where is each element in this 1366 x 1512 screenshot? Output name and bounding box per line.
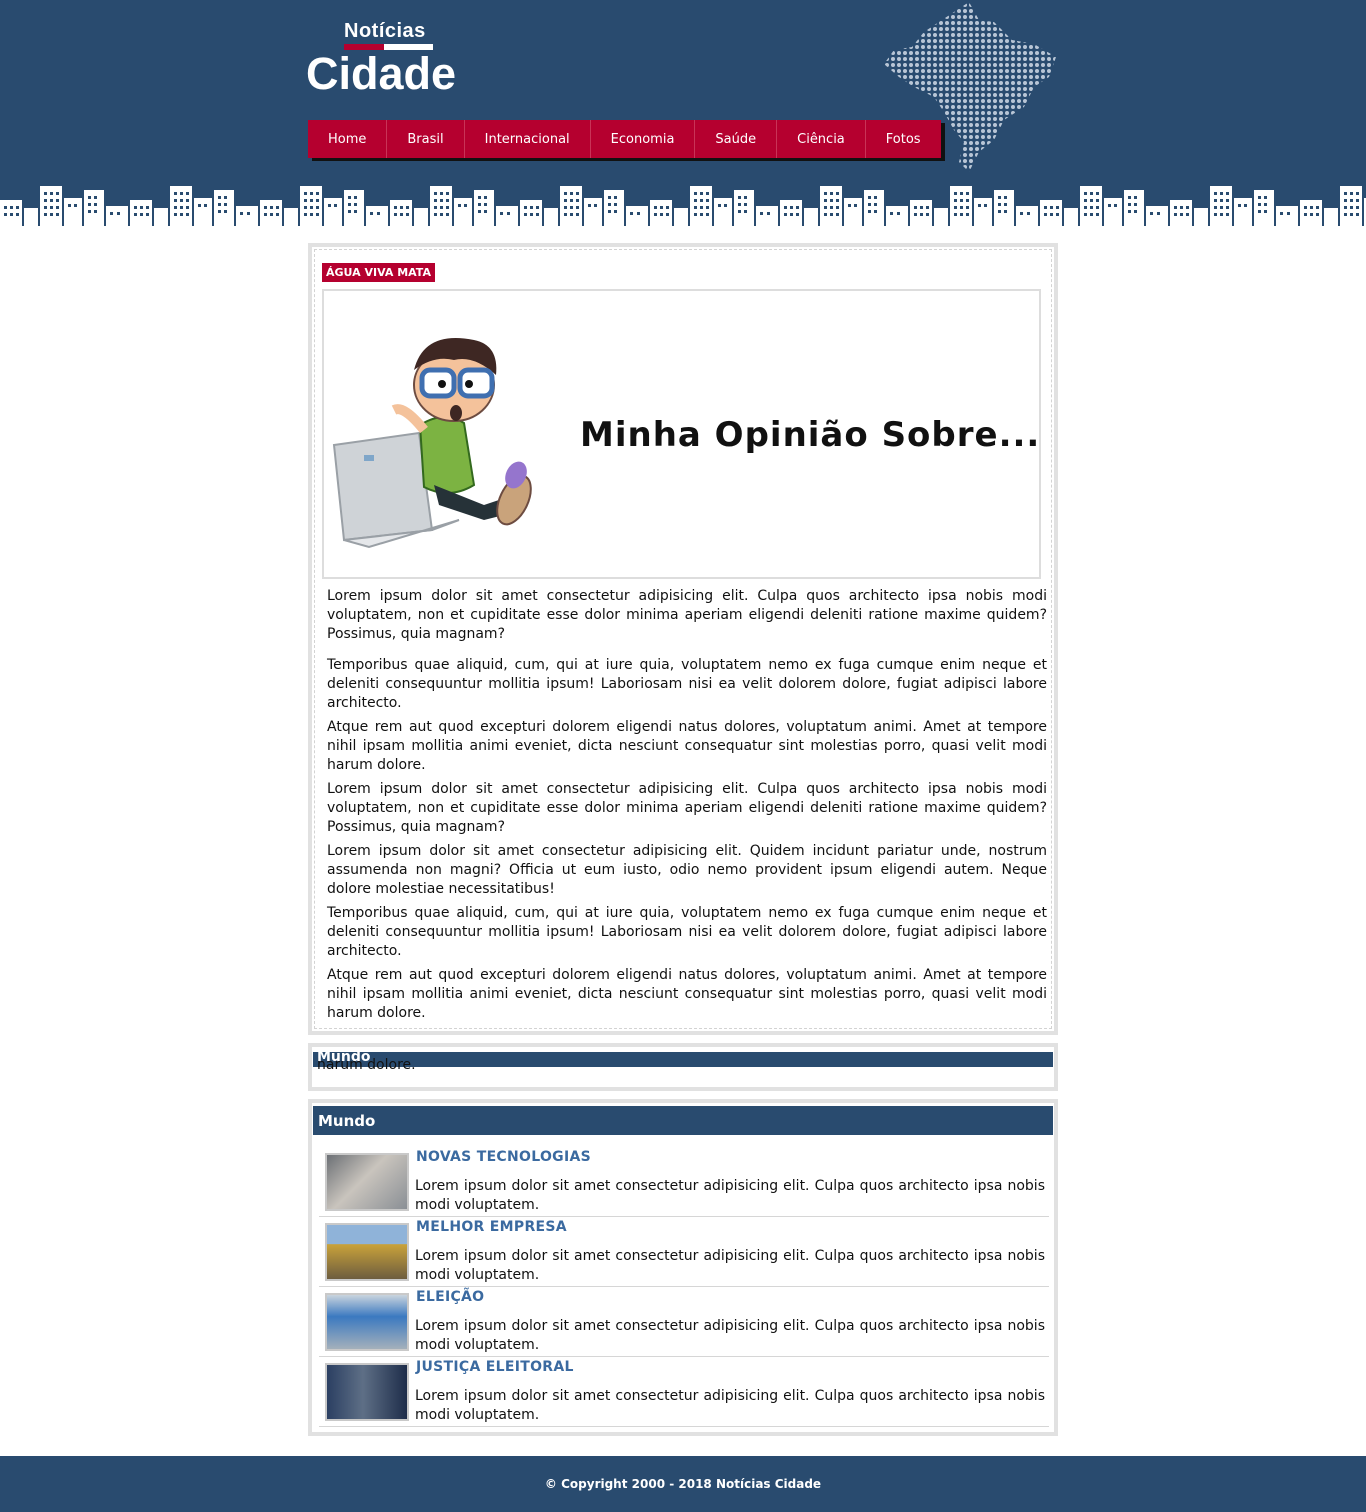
- article-paragraph: Temporibus quae aliquid, cum, qui at iur…: [327, 905, 1047, 959]
- section-title: Mundo: [317, 1049, 371, 1065]
- news-title[interactable]: ELEIÇÃO: [416, 1289, 484, 1305]
- nav-saude[interactable]: Saúde: [695, 120, 778, 158]
- site-header: Notícias Cidade Home Brasil Internaciona…: [0, 0, 1366, 232]
- news-item[interactable]: MELHOR EMPRESA Lorem ipsum dolor sit ame…: [319, 1217, 1049, 1287]
- news-thumbnail[interactable]: [325, 1293, 409, 1351]
- news-item[interactable]: NOVAS TECNOLOGIAS Lorem ipsum dolor sit …: [319, 1147, 1049, 1217]
- news-thumbnail[interactable]: [325, 1153, 409, 1211]
- section-header-bar: [313, 1052, 1053, 1067]
- secondary-section: harum dolore. Mundo: [308, 1043, 1058, 1091]
- news-thumbnail[interactable]: [325, 1363, 409, 1421]
- site-footer: © Copyright 2000 - 2018 Notícias Cidade: [0, 1456, 1366, 1512]
- news-title[interactable]: NOVAS TECNOLOGIAS: [416, 1149, 591, 1165]
- city-skyline: [0, 180, 1366, 232]
- article-banner-image: Minha Opinião Sobre...: [322, 289, 1041, 579]
- news-item[interactable]: ELEIÇÃO Lorem ipsum dolor sit amet conse…: [319, 1287, 1049, 1357]
- featured-article: ÁGUA VIVA MATA Minha Opinião Sobre... Lo…: [308, 243, 1058, 1035]
- nav-home[interactable]: Home: [308, 120, 388, 158]
- article-paragraph: Lorem ipsum dolor sit amet consectetur a…: [327, 781, 1047, 835]
- site-logo[interactable]: Notícias Cidade: [306, 18, 466, 99]
- copyright-text: © Copyright 2000 - 2018 Notícias Cidade: [544, 1477, 822, 1491]
- article-paragraph: Lorem ipsum dolor sit amet consectetur a…: [327, 588, 1047, 642]
- news-summary: Lorem ipsum dolor sit amet consectetur a…: [415, 1318, 1045, 1353]
- mundo-section: Mundo NOVAS TECNOLOGIAS Lorem ipsum dolo…: [308, 1099, 1058, 1436]
- news-title[interactable]: MELHOR EMPRESA: [416, 1219, 567, 1235]
- article-tag[interactable]: ÁGUA VIVA MATA: [322, 263, 435, 282]
- nav-ciencia[interactable]: Ciência: [777, 120, 866, 158]
- article-body: Lorem ipsum dolor sit amet consectetur a…: [327, 587, 1047, 1028]
- nav-internacional[interactable]: Internacional: [465, 120, 591, 158]
- nav-fotos[interactable]: Fotos: [866, 120, 941, 158]
- mundo-title: Mundo: [318, 1112, 376, 1130]
- banner-headline: Minha Opinião Sobre...: [580, 415, 1041, 455]
- nerd-cartoon-illustration: [332, 338, 532, 549]
- news-thumbnail[interactable]: [325, 1223, 409, 1281]
- news-summary: Lorem ipsum dolor sit amet consectetur a…: [415, 1178, 1045, 1213]
- mundo-header-bar: Mundo: [313, 1106, 1053, 1135]
- logo-small-text: Notícias: [344, 20, 426, 42]
- nav-brasil[interactable]: Brasil: [387, 120, 465, 158]
- news-item[interactable]: JUSTIÇA ELEITORAL Lorem ipsum dolor sit …: [319, 1357, 1049, 1427]
- article-paragraph: Lorem ipsum dolor sit amet consectetur a…: [327, 843, 1047, 897]
- logo-big-text: Cidade: [306, 48, 457, 99]
- article-paragraph: Atque rem aut quod excepturi dolorem eli…: [327, 719, 1047, 773]
- article-paragraph: Temporibus quae aliquid, cum, qui at iur…: [327, 657, 1047, 711]
- article-paragraph: Atque rem aut quod excepturi dolorem eli…: [327, 967, 1047, 1021]
- news-summary: Lorem ipsum dolor sit amet consectetur a…: [415, 1388, 1045, 1423]
- main-nav: Home Brasil Internacional Economia Saúde…: [308, 120, 941, 158]
- news-summary: Lorem ipsum dolor sit amet consectetur a…: [415, 1248, 1045, 1283]
- nav-economia[interactable]: Economia: [591, 120, 696, 158]
- news-title[interactable]: JUSTIÇA ELEITORAL: [416, 1359, 574, 1375]
